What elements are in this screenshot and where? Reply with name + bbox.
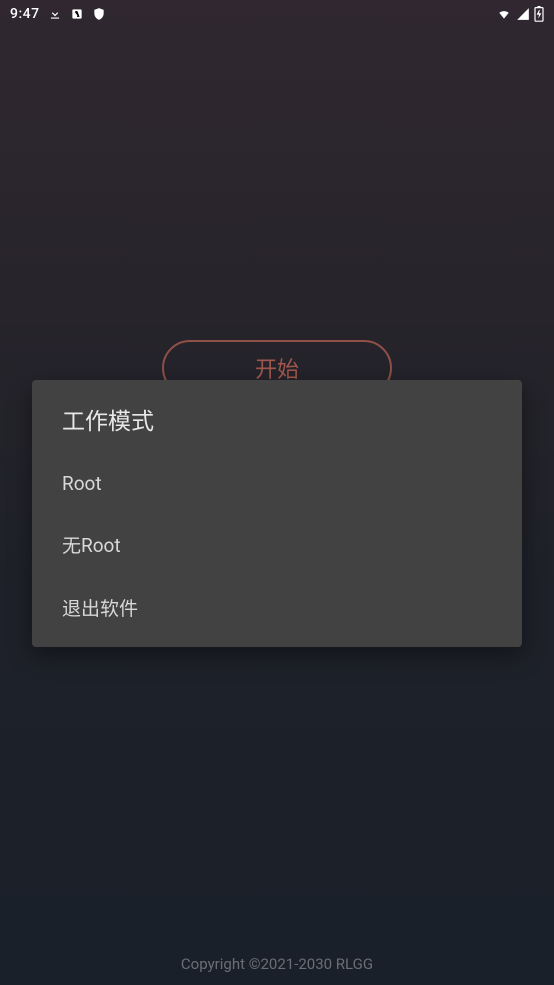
dialog-option-exit[interactable]: 退出软件 (32, 576, 522, 639)
status-bar: 9:47 (0, 0, 554, 28)
footer-copyright: Copyright ©2021-2030 RLGG (0, 955, 554, 973)
app-notification-icon (70, 7, 84, 21)
dialog-title: 工作模式 (32, 380, 522, 454)
dialog-option-root[interactable]: Root (32, 454, 522, 513)
status-bar-left: 9:47 (10, 6, 106, 22)
status-bar-right (496, 6, 544, 22)
dialog-option-no-root[interactable]: 无Root (32, 513, 522, 576)
wifi-icon (496, 7, 512, 21)
download-icon (48, 7, 62, 21)
shield-icon (92, 7, 106, 21)
cellular-signal-icon (516, 7, 530, 21)
status-time: 9:47 (10, 6, 40, 22)
battery-icon (534, 6, 544, 22)
work-mode-dialog: 工作模式 Root 无Root 退出软件 (32, 380, 522, 647)
